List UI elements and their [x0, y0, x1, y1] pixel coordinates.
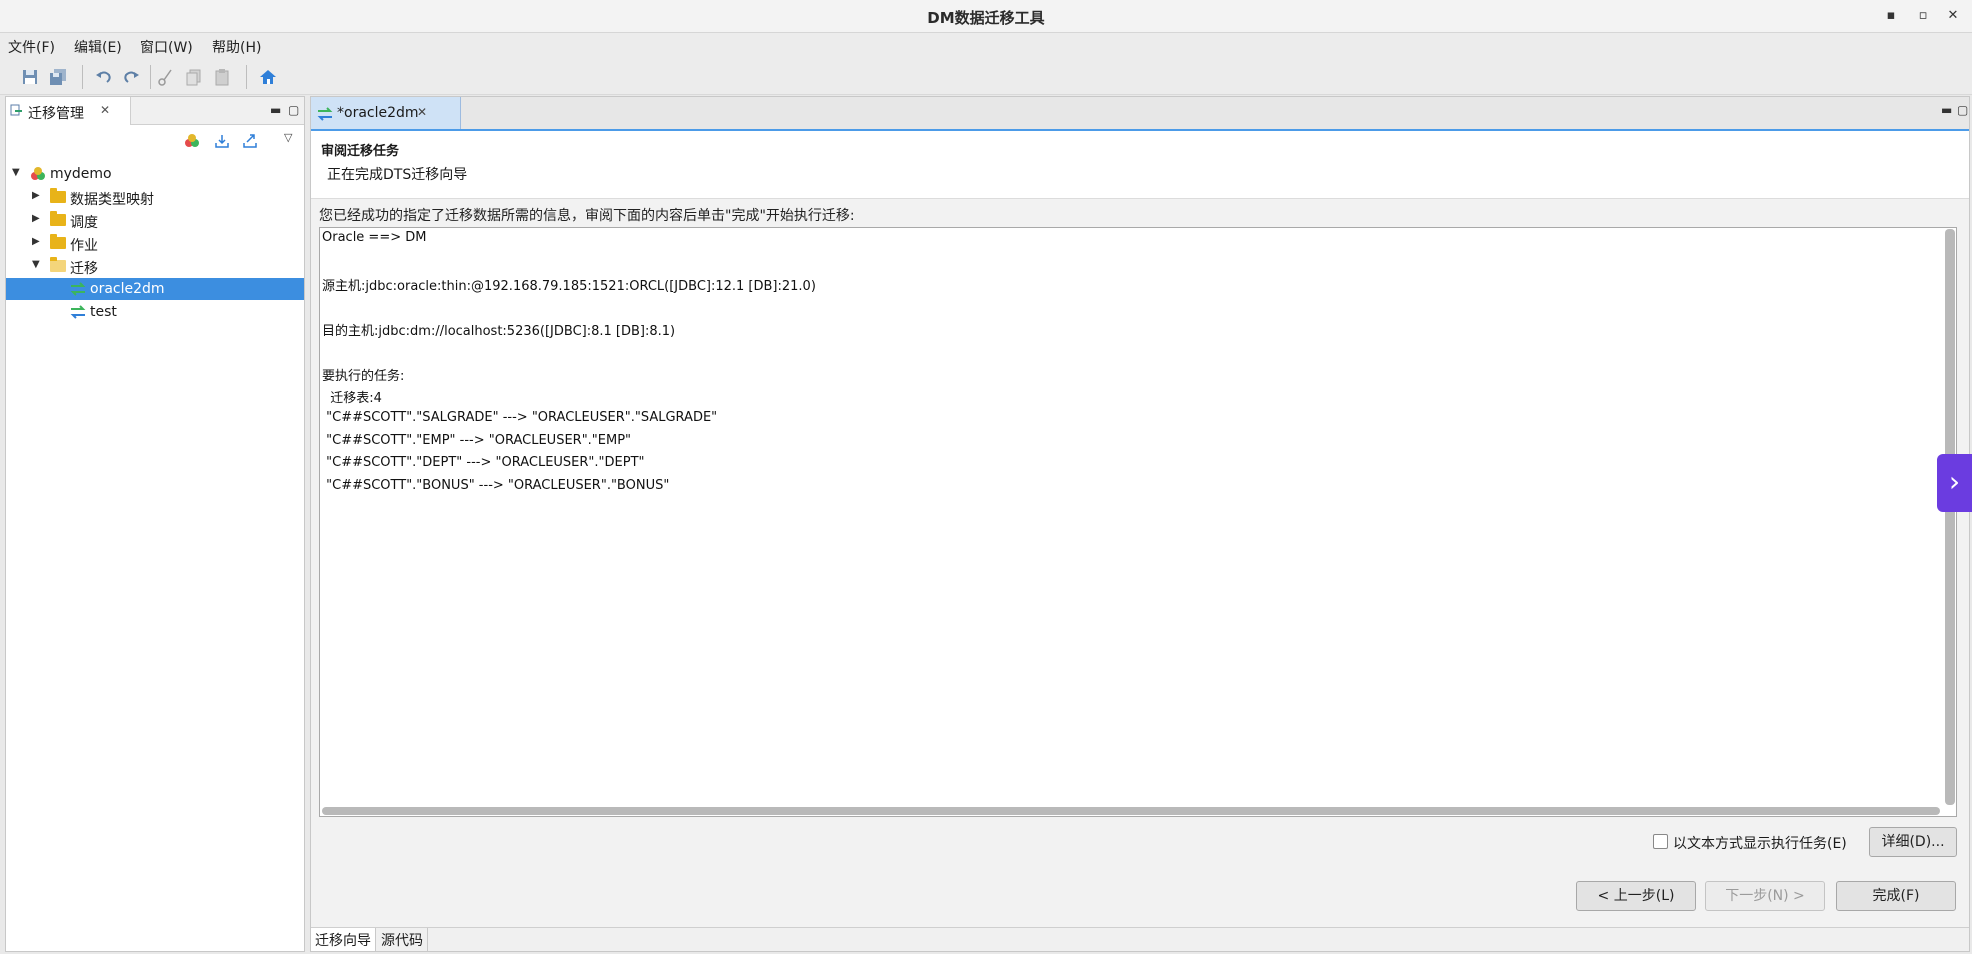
view-menu-icon[interactable]: ▽	[284, 131, 292, 144]
tree-node-schedule[interactable]: ▶ 调度	[6, 209, 304, 231]
next-button: 下一步(N) >	[1705, 881, 1825, 911]
tab-label: 迁移管理	[28, 106, 84, 122]
summary-line: "C##SCOTT"."EMP" ---> "ORACLEUSER"."EMP"	[322, 433, 632, 448]
tree-node-migrations[interactable]: ▼ 迁移	[6, 255, 304, 277]
panel-toolbar: ▽	[6, 125, 304, 157]
tree-node-test[interactable]: test	[6, 301, 304, 323]
new-project-icon[interactable]	[184, 133, 200, 149]
close-button[interactable]: ✕	[1942, 6, 1964, 26]
tree-node-label: 调度	[70, 215, 98, 231]
finish-button[interactable]: 完成(F)	[1836, 881, 1956, 911]
export-icon[interactable]	[242, 133, 258, 149]
maximize-button[interactable]: ▫	[1912, 6, 1934, 26]
close-tab-icon[interactable]: ✕	[100, 103, 110, 117]
tab-source-code[interactable]: 源代码	[377, 928, 428, 951]
editor-tab-bar: *oracle2dm ✕ ▬ ▢	[311, 97, 1969, 131]
panel-tab-bar: 迁移管理 ✕ ▬ ▢	[6, 97, 304, 125]
side-panel-toggle[interactable]: ›	[1937, 454, 1972, 512]
expand-arrow-icon[interactable]: ▼	[32, 259, 40, 270]
migration-icon	[10, 104, 22, 116]
menu-bar: 文件(F) 编辑(E) 窗口(W) 帮助(H)	[0, 33, 1972, 59]
tree-node-label: mydemo	[50, 166, 112, 182]
folder-icon	[50, 234, 66, 249]
title-bar: DM数据迁移工具 ▪ ▫ ✕	[0, 0, 1972, 33]
prev-button[interactable]: < 上一步(L)	[1576, 881, 1696, 911]
migration-task-icon	[317, 107, 333, 121]
tree-node-label: oracle2dm	[90, 281, 165, 297]
summary-text-area[interactable]: Oracle ==> DM 源主机:jdbc:oracle:thin:@192.…	[319, 227, 1957, 817]
toolbar-separator	[82, 65, 83, 89]
minimize-button[interactable]: ▪	[1880, 6, 1902, 26]
migration-task-icon	[70, 305, 86, 319]
cut-icon[interactable]	[156, 67, 176, 87]
tree-node-label: 作业	[70, 238, 98, 254]
editor-area: *oracle2dm ✕ ▬ ▢ 审阅迁移任务 正在完成DTS迁移向导 您已经成…	[310, 96, 1970, 952]
toolbar	[0, 59, 1972, 95]
open-folder-icon	[50, 257, 66, 272]
menu-file[interactable]: 文件(F)	[8, 37, 55, 57]
summary-line: 源主机:jdbc:oracle:thin:@192.168.79.185:152…	[322, 279, 816, 294]
collapse-arrow-icon[interactable]: ▶	[32, 213, 40, 224]
tree-node-label: 数据类型映射	[70, 192, 154, 208]
chevron-right-icon: ›	[1948, 465, 1961, 498]
migration-task-icon	[70, 282, 86, 296]
folder-icon	[50, 211, 66, 226]
summary-line: Oracle ==> DM	[322, 230, 427, 245]
wizard-subtitle: 正在完成DTS迁移向导	[327, 167, 468, 183]
tab-label: *oracle2dm	[337, 105, 419, 121]
horizontal-scrollbar[interactable]	[322, 807, 1940, 815]
tree-node-label: 迁移	[70, 261, 98, 277]
import-icon[interactable]	[214, 133, 230, 149]
tab-migration-wizard[interactable]: 迁移向导	[311, 928, 376, 951]
minimize-editor-icon[interactable]: ▬	[1941, 103, 1952, 117]
expand-arrow-icon[interactable]: ▼	[12, 167, 20, 178]
tab-oracle2dm[interactable]: *oracle2dm ✕	[311, 97, 461, 129]
show-text-checkbox[interactable]	[1653, 834, 1668, 849]
toolbar-separator	[150, 65, 151, 89]
paste-icon[interactable]	[212, 67, 232, 87]
wizard-header: 审阅迁移任务 正在完成DTS迁移向导	[311, 131, 1969, 199]
vertical-scrollbar[interactable]	[1945, 229, 1955, 805]
wizard-title: 审阅迁移任务	[321, 144, 400, 159]
summary-line: "C##SCOTT"."BONUS" ---> "ORACLEUSER"."BO…	[322, 478, 670, 493]
tree-node-oracle2dm[interactable]: oracle2dm	[6, 278, 304, 300]
menu-help[interactable]: 帮助(H)	[212, 37, 261, 57]
copy-icon[interactable]	[184, 67, 204, 87]
summary-line: "C##SCOTT"."SALGRADE" ---> "ORACLEUSER".…	[322, 410, 718, 425]
summary-line: 迁移表:4	[322, 391, 382, 406]
summary-line: 要执行的任务:	[322, 369, 405, 384]
redo-icon[interactable]	[121, 67, 141, 87]
summary-line: "C##SCOTT"."DEPT" ---> "ORACLEUSER"."DEP…	[322, 455, 645, 470]
menu-edit[interactable]: 编辑(E)	[74, 37, 122, 57]
editor-bottom-tabs: 迁移向导 源代码	[311, 927, 1969, 951]
collapse-arrow-icon[interactable]: ▶	[32, 190, 40, 201]
menu-window[interactable]: 窗口(W)	[140, 37, 193, 57]
folder-icon	[50, 188, 66, 203]
maximize-panel-icon[interactable]: ▢	[288, 103, 299, 117]
maximize-editor-icon[interactable]: ▢	[1957, 103, 1968, 117]
wizard-description: 您已经成功的指定了迁移数据所需的信息，审阅下面的内容后单击"完成"开始执行迁移:	[319, 208, 855, 224]
minimize-panel-icon[interactable]: ▬	[270, 103, 281, 117]
project-icon	[31, 167, 45, 180]
summary-line: 目的主机:jdbc:dm://localhost:5236([JDBC]:8.1…	[322, 324, 676, 339]
undo-icon[interactable]	[94, 67, 114, 87]
details-button[interactable]: 详细(D)...	[1869, 827, 1957, 857]
tab-migration-manager[interactable]: 迁移管理 ✕	[6, 97, 131, 125]
save-icon[interactable]	[20, 67, 40, 87]
home-icon[interactable]	[258, 67, 278, 87]
toolbar-separator	[246, 65, 247, 89]
collapse-arrow-icon[interactable]: ▶	[32, 236, 40, 247]
close-tab-icon[interactable]: ✕	[417, 105, 427, 119]
tree-node-mydemo[interactable]: ▼ mydemo	[6, 163, 304, 185]
tree-node-type-mapping[interactable]: ▶ 数据类型映射	[6, 186, 304, 208]
window-title: DM数据迁移工具	[927, 9, 1045, 27]
show-text-checkbox-label: 以文本方式显示执行任务(E)	[1673, 836, 1847, 852]
save-all-icon[interactable]	[48, 67, 68, 87]
tree-node-label: test	[90, 304, 117, 320]
tree-node-jobs[interactable]: ▶ 作业	[6, 232, 304, 254]
migration-manager-panel: 迁移管理 ✕ ▬ ▢ ▽ ▼ mydemo ▶ 数据类型映射 ▶ 调度 ▶ 作业…	[5, 96, 305, 952]
